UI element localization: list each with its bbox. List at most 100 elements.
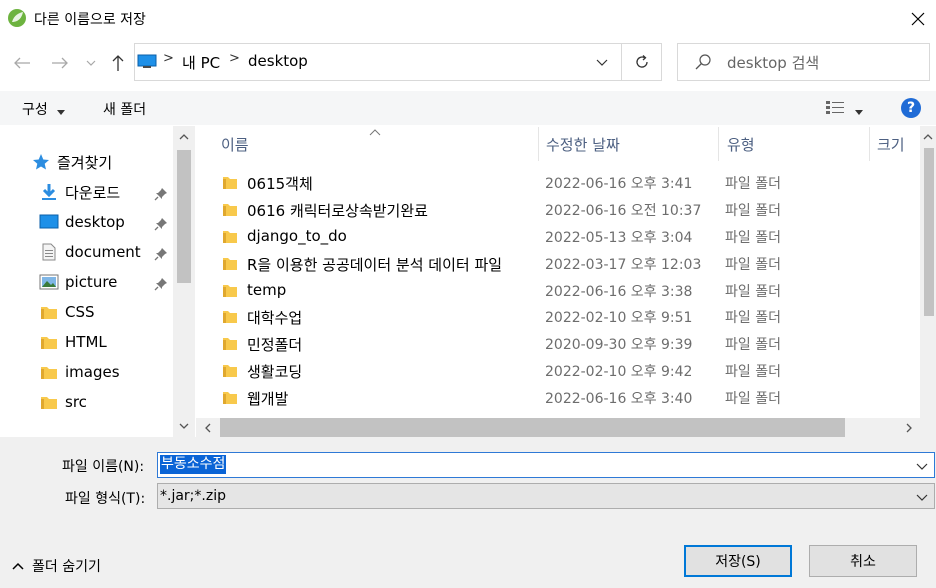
sidebar-item-src[interactable]: src [39, 388, 87, 416]
up-button[interactable] [105, 48, 131, 78]
table-row[interactable]: temp 2022-06-16 오후 3:38 파일 폴더 [196, 277, 920, 304]
arrow-left-icon [14, 57, 30, 69]
filetype-dropdown-button[interactable] [916, 489, 928, 505]
scroll-up-button[interactable] [173, 127, 195, 147]
folder-icon [222, 389, 238, 405]
chevron-down-icon [596, 59, 608, 66]
sidebar-item-desktop[interactable]: desktop [39, 208, 125, 236]
sidebar-item-label: desktop [65, 213, 125, 231]
sidebar-item-picture[interactable]: picture [39, 268, 117, 296]
folder-icon [222, 201, 238, 217]
file-type: 파일 폴더 [725, 284, 781, 300]
help-button[interactable]: ? [901, 98, 921, 118]
chevron-down-icon [916, 463, 928, 470]
scroll-thumb[interactable] [924, 148, 934, 316]
chevron-left-icon [205, 423, 211, 432]
file-type: 파일 폴더 [725, 364, 781, 380]
close-icon [911, 12, 925, 26]
table-row[interactable]: 대학수업 2022-02-10 오후 9:51 파일 폴더 [196, 303, 920, 330]
forward-button[interactable] [47, 48, 73, 78]
column-divider[interactable] [869, 127, 870, 161]
folder-icon [39, 303, 59, 321]
filetype-value[interactable]: *.jar;*.zip [160, 488, 226, 504]
pin-icon[interactable] [154, 217, 168, 231]
scroll-thumb[interactable] [177, 150, 191, 283]
file-date: 2022-06-16 오후 3:38 [545, 284, 693, 300]
filetype-select[interactable] [157, 483, 935, 509]
pin-icon[interactable] [154, 277, 168, 291]
filename-label: 파일 이름(N): [62, 459, 145, 475]
breadcrumb-desktop[interactable]: desktop [248, 52, 308, 70]
hide-folders-toggle[interactable]: 폴더 숨기기 [12, 556, 101, 576]
sidebar-item-label: document [65, 243, 141, 261]
table-row[interactable]: 생활코딩 2022-02-10 오후 9:42 파일 폴더 [196, 357, 920, 384]
filename-dropdown-button[interactable] [916, 458, 928, 474]
column-divider[interactable] [538, 127, 539, 161]
sidebar-item-css[interactable]: CSS [39, 298, 95, 326]
search-placeholder[interactable]: desktop 검색 [727, 52, 819, 73]
sidebar-item-label: HTML [65, 333, 107, 351]
file-date: 2022-05-13 오후 3:04 [545, 230, 693, 246]
chevron-down-icon [916, 494, 928, 501]
table-row[interactable]: 웹개발 2022-06-16 오후 3:40 파일 폴더 [196, 384, 920, 411]
folder-icon [222, 228, 238, 244]
table-row[interactable]: R을 이용한 공공데이터 분석 데이터 파일 2022-03-17 오후 12:… [196, 250, 920, 277]
scroll-up-button[interactable] [920, 127, 936, 147]
filename-input[interactable] [157, 452, 935, 478]
file-name: 생활코딩 [247, 363, 303, 381]
chevron-up-icon [923, 134, 933, 140]
file-date: 2022-03-17 오후 12:03 [545, 257, 702, 273]
file-date: 2022-02-10 오후 9:42 [545, 364, 693, 380]
file-type: 파일 폴더 [725, 176, 781, 192]
scroll-left-button[interactable] [199, 418, 217, 437]
breadcrumb-this-pc[interactable]: 내 PC [182, 52, 220, 73]
close-button[interactable] [900, 2, 936, 36]
folder-icon [222, 174, 238, 190]
scroll-right-button[interactable] [900, 418, 918, 437]
file-name: 대학수업 [247, 309, 303, 327]
sidebar-item-html[interactable]: HTML [39, 328, 107, 356]
file-type: 파일 폴더 [725, 391, 781, 407]
address-dropdown-button[interactable] [584, 44, 620, 80]
cancel-button[interactable]: 취소 [809, 545, 917, 577]
sidebar-item-quick-access[interactable]: 즐겨찾기 [31, 148, 112, 176]
leaf-icon [7, 8, 27, 28]
table-row[interactable]: django_to_do 2022-05-13 오후 3:04 파일 폴더 [196, 223, 920, 250]
new-folder-button[interactable]: 새 폴더 [103, 99, 146, 119]
search-icon [693, 52, 713, 72]
column-header-type[interactable]: 유형 [727, 127, 755, 161]
recent-locations-button[interactable] [84, 48, 98, 78]
file-name: 웹개발 [247, 390, 289, 408]
view-details-icon[interactable] [825, 99, 845, 117]
file-type: 파일 폴더 [725, 310, 781, 326]
table-row[interactable]: 0615객체 2022-06-16 오후 3:41 파일 폴더 [196, 169, 920, 196]
pin-icon[interactable] [154, 247, 168, 261]
picture-icon [39, 273, 59, 291]
organize-button[interactable]: 구성 [22, 99, 48, 119]
file-date: 2022-02-10 오후 9:51 [545, 310, 693, 326]
scroll-down-button[interactable] [173, 416, 195, 436]
save-button[interactable]: 저장(S) [684, 545, 792, 577]
folder-icon [222, 362, 238, 378]
column-header-size[interactable]: 크기 [877, 127, 905, 161]
sidebar-item-downloads[interactable]: 다운로드 [39, 178, 120, 206]
breadcrumb-separator[interactable]: > [163, 51, 174, 66]
back-button[interactable] [9, 48, 35, 78]
folder-icon [222, 308, 238, 324]
column-header-name[interactable]: 이름 [221, 127, 249, 161]
folder-icon [222, 255, 238, 271]
breadcrumb-separator[interactable]: > [229, 51, 240, 66]
column-header-date[interactable]: 수정한 날짜 [546, 127, 620, 161]
pin-icon[interactable] [154, 187, 168, 201]
folder-icon [39, 363, 59, 381]
filename-value[interactable]: 부동소수점 [160, 455, 227, 474]
table-row[interactable]: 민정폴더 2020-09-30 오후 9:39 파일 폴더 [196, 330, 920, 357]
table-row[interactable]: 0616 캐릭터로상속받기완료 2022-06-16 오전 10:37 파일 폴… [196, 196, 920, 223]
sidebar-item-images[interactable]: images [39, 358, 120, 386]
column-divider[interactable] [718, 127, 719, 161]
refresh-button[interactable] [622, 43, 662, 81]
sidebar-item-label: images [65, 363, 120, 381]
scroll-thumb[interactable] [220, 418, 845, 437]
sidebar-item-document[interactable]: document [39, 238, 141, 266]
caret-down-icon[interactable] [855, 103, 863, 119]
